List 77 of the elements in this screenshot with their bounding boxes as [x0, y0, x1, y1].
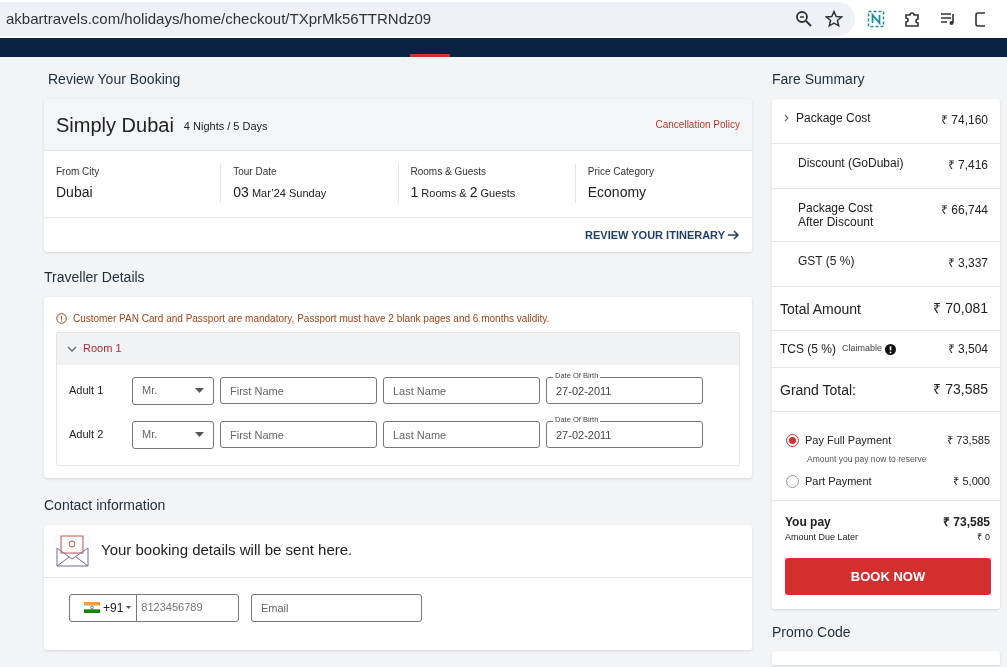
amount-due-value: ₹ 0 [977, 530, 990, 544]
address-bar[interactable]: akbartravels.com/holidays/home/checkout/TXprMk56TTRNdz09 [0, 2, 855, 36]
payment-amount: ₹ 5,000 [953, 474, 990, 490]
notice-text: Customer PAN Card and Passport are mandatory, Passport must have 2 blank pages and 6 months validity. [73, 311, 550, 326]
fare-label: Package Cost After Discount [798, 201, 874, 229]
payment-option-label: Part Payment [805, 474, 872, 490]
payment-note: Amount you pay now to reserve [807, 452, 928, 466]
cancellation-policy-link[interactable]: Cancellation Policy [655, 117, 740, 132]
caret-icon [126, 606, 132, 609]
tcs-amount: ₹ 3,504 [947, 341, 988, 358]
email-field[interactable]: Email [251, 593, 422, 622]
fare-amount: ₹ 74,160 [940, 112, 988, 129]
package-title: Simply Dubai [56, 112, 174, 138]
url-text: akbartravels.com/holidays/home/checkout/TXprMk56TTRNdz09 [6, 8, 433, 29]
caret-icon [195, 388, 204, 393]
country-code-dropdown[interactable]: +91 [70, 594, 138, 621]
total-label: Total Amount [780, 301, 861, 316]
phone-number-input[interactable]: 8123456789 [137, 594, 233, 621]
fare-amount: ₹ 7,416 [947, 157, 988, 174]
detail-label: From City [56, 165, 101, 179]
detail-value: Dubai [56, 183, 93, 202]
fare-label: GST (5 %) [798, 254, 855, 268]
tcs-label: TCS (5 %) [780, 342, 836, 356]
review-itinerary-link[interactable]: REVIEW YOUR ITINERARY [585, 227, 740, 244]
contact-message: Your booking details will be sent here. [101, 540, 353, 561]
extension-icon[interactable] [867, 10, 885, 28]
total-amount: ₹ 70,081 [933, 299, 988, 318]
package-duration: 4 Nights / 5 Days [183, 119, 268, 135]
section-heading: Fare Summary [772, 70, 866, 89]
you-pay-label: You pay [785, 513, 831, 531]
salutation-dropdown[interactable]: Mr. [132, 376, 214, 405]
detail-label: Rooms & Guests [410, 165, 488, 179]
phone-field[interactable]: +91 8123456789 [69, 593, 239, 622]
playlist-icon[interactable] [939, 10, 957, 28]
fare-amount: ₹ 66,744 [940, 202, 988, 219]
total-label: Grand Total: [780, 382, 856, 397]
first-name-field[interactable]: First Name [220, 377, 377, 404]
you-pay-amount: ₹ 73,585 [942, 513, 990, 531]
detail-value: 1 Rooms & 2 Guests [410, 183, 516, 202]
chevron-icon[interactable] [784, 114, 790, 122]
book-now-button[interactable]: BOOK NOW [785, 558, 991, 596]
section-heading: Contact information [44, 495, 167, 515]
caret-icon [195, 432, 204, 437]
amount-due-label: Amount Due Later [785, 530, 859, 544]
fare-amount: ₹ 3,337 [947, 255, 988, 272]
active-tab-indicator [410, 54, 450, 57]
traveller-label: Adult 2 [69, 427, 105, 443]
alert-icon [885, 343, 897, 355]
star-icon[interactable] [825, 10, 843, 28]
room-header[interactable]: Room 1 [57, 332, 739, 365]
salutation-dropdown[interactable]: Mr. [132, 420, 214, 449]
payment-amount: ₹ 73,585 [947, 433, 990, 448]
claimable-note: Claimable [842, 342, 883, 356]
detail-label: Tour Date [233, 165, 278, 179]
window-icon[interactable] [975, 10, 985, 28]
flag-icon [84, 602, 100, 613]
payment-option-label: Pay Full Payment [805, 433, 892, 448]
fare-label: Discount (GoDubai) [798, 156, 904, 170]
section-heading: Traveller Details [44, 267, 146, 287]
info-icon [56, 312, 67, 324]
section-heading: Promo Code [772, 623, 852, 643]
detail-value: 03 Mar’24 Sunday [233, 183, 327, 202]
last-name-field[interactable]: Last Name [383, 377, 540, 404]
date-of-birth-field[interactable]: 27-02-2011 [546, 421, 703, 448]
section-heading: Review Your Booking [48, 70, 182, 89]
detail-value: Economy [587, 183, 647, 202]
zoom-icon[interactable] [795, 10, 813, 28]
envelope-icon [56, 534, 89, 567]
last-name-field[interactable]: Last Name [383, 421, 540, 448]
fare-label: Package Cost [796, 111, 871, 125]
arrow-icon [728, 230, 740, 241]
detail-label: Price Category [587, 165, 655, 179]
date-of-birth-field[interactable]: 27-02-2011 [546, 377, 703, 404]
puzzle-icon[interactable] [903, 10, 921, 28]
total-amount: ₹ 73,585 [933, 380, 988, 399]
traveller-label: Adult 1 [69, 383, 105, 399]
first-name-field[interactable]: First Name [220, 421, 377, 448]
